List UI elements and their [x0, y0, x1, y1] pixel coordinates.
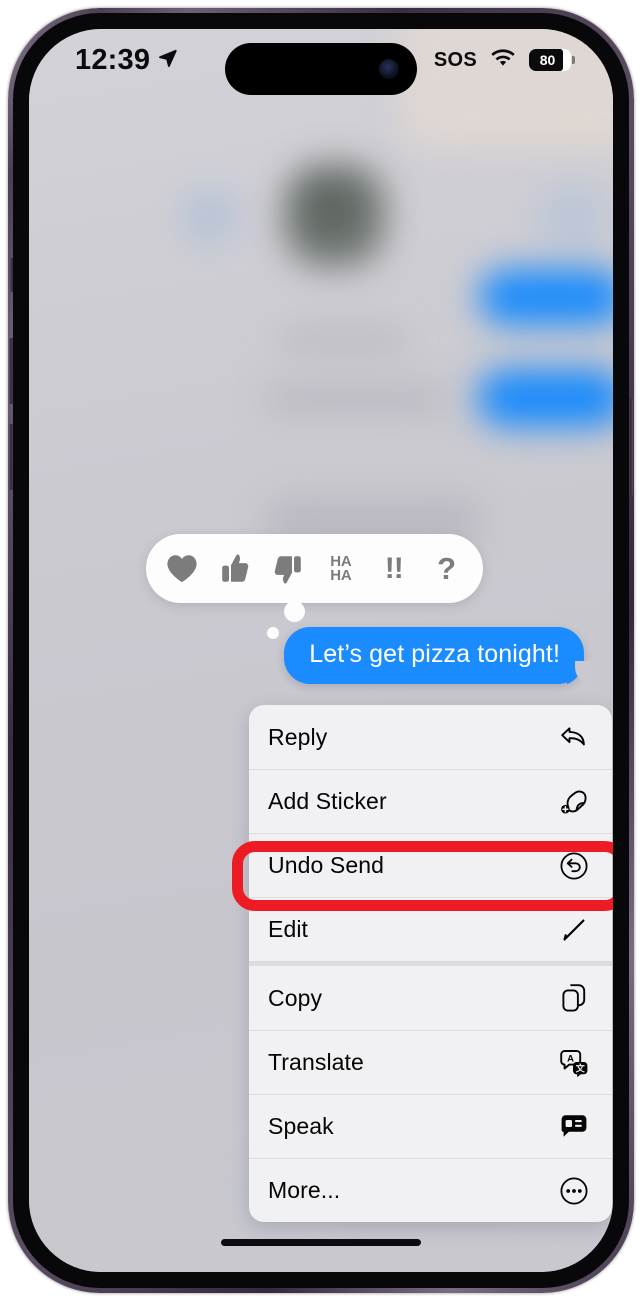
incoming-bubble-blurred	[265, 389, 447, 409]
status-bar-right: SOS 80	[433, 48, 575, 73]
svg-text:文: 文	[575, 1062, 586, 1073]
outgoing-bubble-blurred	[477, 369, 613, 427]
phone-screen: 12:39 SOS 80 HA HA !! ? Let’s get pizza …	[29, 29, 613, 1272]
menu-item-label: More...	[268, 1177, 341, 1203]
haha-line-2: HA	[330, 566, 352, 584]
add-sticker-icon	[557, 785, 591, 819]
battery-indicator: 80	[529, 49, 575, 71]
svg-text:A: A	[567, 1053, 574, 1064]
menu-item-undo-send[interactable]: Undo Send	[249, 833, 612, 897]
location-arrow-icon	[157, 47, 179, 74]
menu-item-label: Speak	[268, 1113, 334, 1139]
battery-level-label: 80	[539, 52, 556, 68]
reaction-thumbs-down-button[interactable]	[265, 546, 311, 592]
focused-message-bubble[interactable]: Let’s get pizza tonight!	[284, 627, 584, 684]
phone-bezel: 12:39 SOS 80 HA HA !! ? Let’s get pizza …	[13, 13, 629, 1288]
contact-name-blurred	[279, 329, 407, 351]
menu-item-label: Undo Send	[268, 852, 384, 878]
reaction-bar-tail-dot-small	[267, 627, 279, 639]
menu-item-edit[interactable]: Edit	[249, 897, 612, 961]
reaction-bar-tail-dot-large	[284, 601, 305, 622]
speak-bubble-icon	[557, 1110, 591, 1144]
reaction-question-button[interactable]: ?	[424, 546, 470, 592]
pencil-icon	[557, 913, 591, 947]
home-indicator[interactable]	[221, 1239, 421, 1246]
reaction-thumbs-up-button[interactable]	[212, 546, 258, 592]
menu-item-label: Reply	[268, 723, 328, 750]
wifi-icon	[490, 48, 516, 73]
reaction-exclamation-button[interactable]: !!	[371, 546, 417, 592]
status-time: 12:39	[75, 43, 151, 76]
menu-item-add-sticker[interactable]: Add Sticker	[249, 769, 612, 833]
context-menu-group-1: Reply Add Sticker Undo Send Edit	[249, 705, 612, 961]
copy-documents-icon	[557, 981, 591, 1015]
menu-item-label: Edit	[268, 916, 309, 942]
sos-indicator: SOS	[433, 48, 477, 71]
battery-cap	[572, 56, 575, 64]
menu-item-more[interactable]: More...	[249, 1158, 612, 1222]
menu-item-translate[interactable]: Translate A 文	[249, 1030, 612, 1094]
reaction-heart-button[interactable]	[159, 546, 205, 592]
phone-frame: 12:39 SOS 80 HA HA !! ? Let’s get pizza …	[8, 8, 634, 1293]
menu-item-label: Copy	[268, 984, 323, 1011]
undo-circle-icon	[557, 849, 591, 883]
message-context-menu[interactable]: Reply Add Sticker Undo Send Edit Copy Tr…	[249, 705, 612, 1222]
reaction-haha-button[interactable]: HA HA	[318, 546, 364, 592]
menu-item-copy[interactable]: Copy	[249, 966, 612, 1030]
ellipsis-circle-icon	[557, 1174, 591, 1208]
menu-item-speak[interactable]: Speak	[249, 1094, 612, 1158]
menu-item-label: Translate	[268, 1049, 364, 1075]
double-exclamation-icon: !!	[384, 551, 404, 585]
contact-avatar-blurred	[284, 164, 386, 268]
status-bar-left: 12:39	[75, 44, 179, 77]
reply-arrow-icon	[557, 720, 591, 754]
menu-item-reply[interactable]: Reply	[249, 705, 612, 769]
context-menu-group-2: Copy Translate A 文 Speak More...	[249, 961, 612, 1222]
backdrop-bubble-blur	[537, 187, 607, 249]
menu-item-label: Add Sticker	[268, 788, 387, 814]
question-mark-icon: ?	[437, 551, 457, 586]
tapback-reaction-bar[interactable]: HA HA !! ?	[146, 534, 483, 603]
outgoing-bubble-blurred	[479, 269, 613, 325]
translate-icon: A 文	[557, 1046, 591, 1080]
dynamic-island[interactable]	[225, 43, 417, 95]
front-camera-icon	[379, 59, 399, 79]
message-bubble-tail	[567, 661, 591, 685]
backdrop-bubble-blur	[179, 189, 241, 245]
